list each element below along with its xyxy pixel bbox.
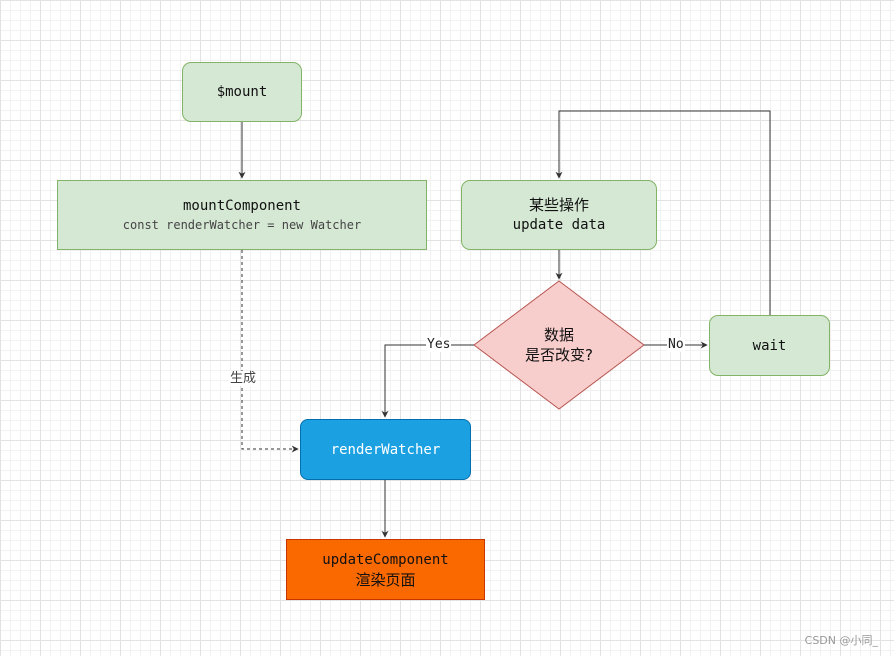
edge-label-yes: Yes [426, 337, 452, 352]
update-component-node[interactable]: updateComponent 渲染页面 [286, 539, 485, 600]
edge-label-no: No [667, 337, 685, 352]
mount-component-title: mountComponent [182, 198, 301, 214]
edge-mountcomponent-to-renderwatcher [241, 250, 299, 453]
edge-decision-yes-to-renderwatcher [381, 344, 474, 418]
update-data-node[interactable]: 某些操作 update data [461, 180, 657, 250]
render-watcher-node[interactable]: renderWatcher [300, 419, 471, 480]
wait-node-label: wait [752, 337, 787, 354]
decision-node[interactable]: 数据 是否改变? [500, 315, 618, 375]
edge-label-generate: 生成 [229, 371, 258, 386]
update-component-line1: updateComponent [322, 551, 449, 568]
mount-component-node[interactable]: mountComponent const renderWatcher = new… [57, 180, 427, 250]
mount-node[interactable]: $mount [182, 62, 302, 122]
wait-node[interactable]: wait [709, 315, 830, 376]
update-data-line2: update data [512, 217, 606, 233]
watermark: CSDN @小同_ [804, 634, 878, 647]
decision-line2: 是否改变? [525, 346, 593, 364]
mount-component-code: const renderWatcher = new Watcher [122, 218, 362, 232]
render-watcher-label: renderWatcher [330, 441, 441, 458]
decision-line1: 数据 [543, 326, 574, 344]
update-data-line1: 某些操作 [528, 196, 589, 214]
mount-node-label: $mount [216, 84, 268, 100]
update-component-line2: 渲染页面 [355, 570, 416, 589]
